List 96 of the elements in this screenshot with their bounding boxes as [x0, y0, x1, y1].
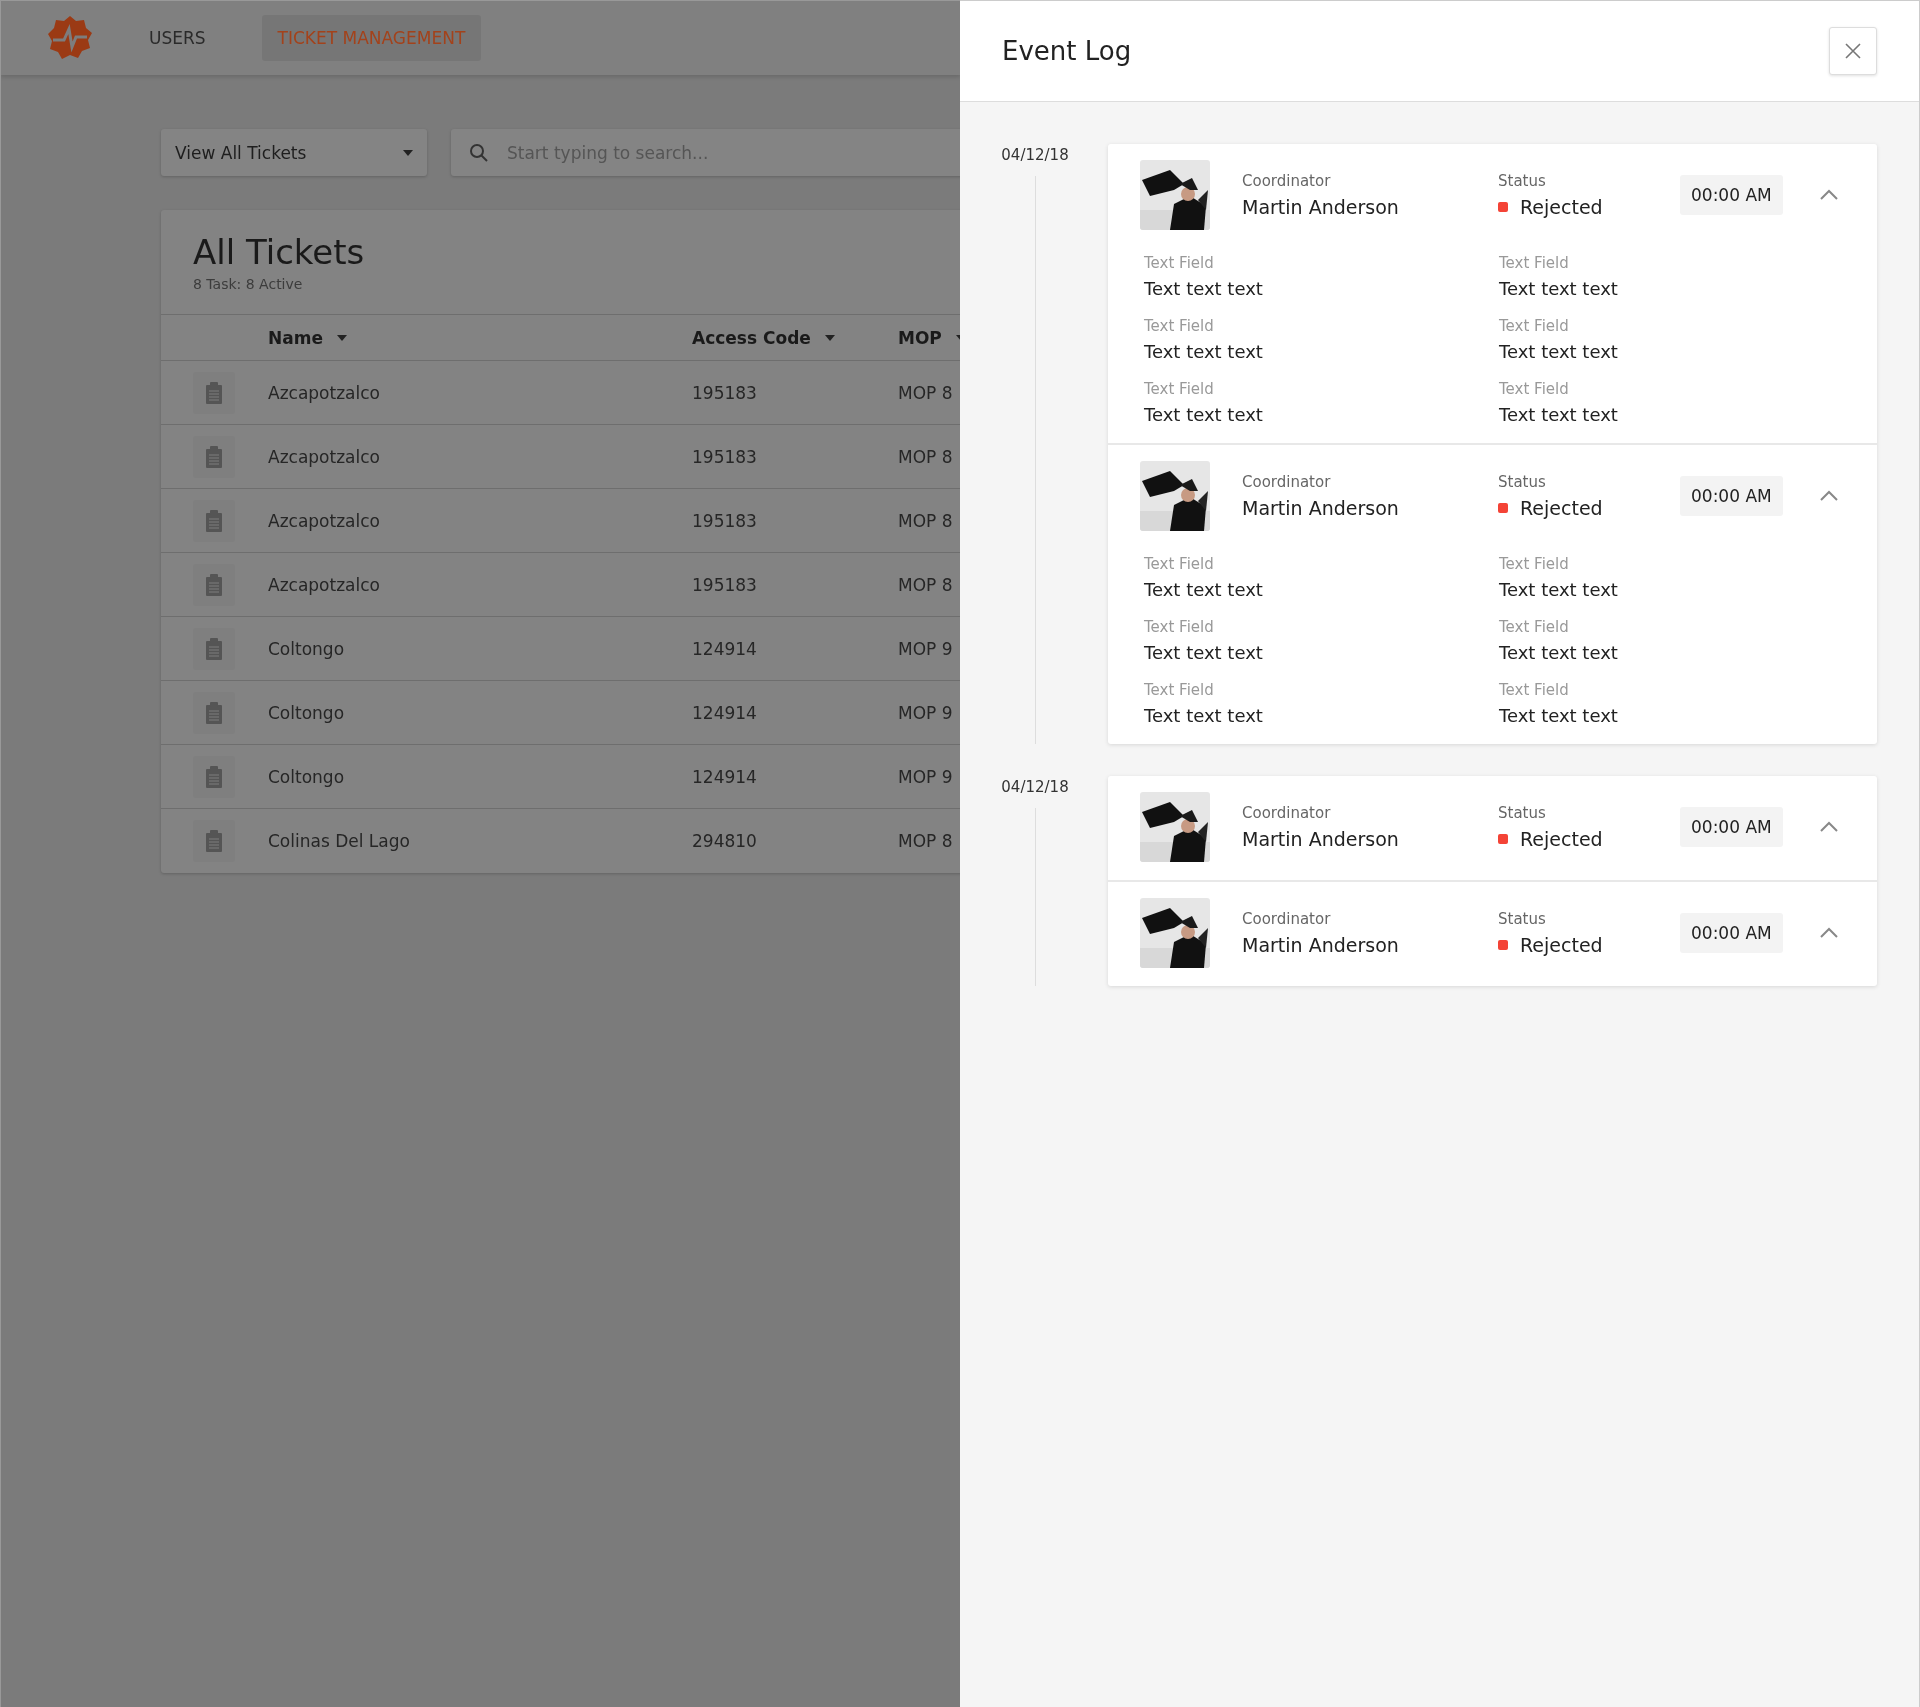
field-label: Text Field: [1499, 555, 1570, 573]
field-value: Text text text: [1499, 642, 1619, 663]
table-cell-text: Azcapotzalco: [268, 510, 381, 531]
chevron-up-icon[interactable]: [1818, 490, 1839, 502]
field-value: Text text text: [1499, 705, 1619, 726]
status-label: Status: [1498, 473, 1547, 491]
table-cell-text: 195183: [692, 574, 758, 595]
clipboard-icon: [193, 563, 235, 606]
panel-title: Event Log: [1002, 36, 1132, 66]
table-cell-text: MOP 9: [898, 638, 954, 659]
field-label: Text Field: [1499, 618, 1570, 636]
table-cell-text: Azcapotzalco: [268, 446, 381, 467]
status-label: Status: [1498, 172, 1547, 190]
table-cell-text: Coltongo: [268, 766, 346, 787]
clipboard-icon: [193, 435, 235, 478]
table-cell-text: 195183: [692, 510, 758, 531]
person-name: Martin Anderson: [1242, 828, 1400, 850]
person-name: Martin Anderson: [1242, 934, 1400, 956]
column-header[interactable]: Name: [268, 327, 692, 348]
close-button[interactable]: [1829, 27, 1877, 75]
status-label: Status: [1498, 910, 1547, 928]
event-time: 00:00 AM: [1680, 807, 1783, 847]
status-label: Status: [1498, 804, 1547, 822]
field-label: Text Field: [1499, 317, 1570, 335]
field-value: Text text text: [1144, 642, 1264, 663]
clipboard-icon: [193, 820, 235, 862]
close-icon: [1844, 42, 1862, 60]
table-cell-text: MOP 9: [898, 702, 954, 723]
table-cell-text: MOP 8: [898, 574, 954, 595]
field-value: Text text text: [1144, 404, 1264, 425]
role-label: Coordinator: [1242, 804, 1332, 822]
ticket-filter-dropdown[interactable]: View All Tickets: [161, 129, 427, 176]
event-time: 00:00 AM: [1680, 476, 1783, 516]
field-label: Text Field: [1499, 380, 1570, 398]
caret-icon: [336, 334, 347, 341]
field-value: Text text text: [1499, 404, 1619, 425]
table-cell-text: 124914: [692, 702, 758, 723]
card-title: All Tickets: [193, 232, 366, 272]
field-label: Text Field: [1144, 380, 1215, 398]
person-name: Martin Anderson: [1242, 497, 1400, 519]
field-value: Text text text: [1499, 341, 1619, 362]
table-cell-text: Azcapotzalco: [268, 574, 381, 595]
search-icon: [469, 143, 489, 163]
logo-icon: [47, 15, 93, 61]
table-cell-text: MOP 8: [898, 510, 954, 531]
field-value: Text text text: [1144, 341, 1264, 362]
clipboard-icon: [193, 499, 235, 542]
caret-icon: [824, 334, 835, 341]
field-value: Text text text: [1499, 278, 1619, 299]
clipboard-icon: [193, 691, 235, 734]
event-date: 04/12/18: [1001, 778, 1069, 796]
clipboard-icon: [193, 755, 235, 798]
event-time: 00:00 AM: [1680, 913, 1783, 953]
role-label: Coordinator: [1242, 473, 1332, 491]
role-label: Coordinator: [1242, 910, 1332, 928]
field-value: Text text text: [1144, 278, 1264, 299]
field-label: Text Field: [1144, 254, 1215, 272]
chevron-up-icon[interactable]: [1818, 927, 1839, 939]
field-label: Text Field: [1144, 555, 1215, 573]
table-cell-text: MOP 8: [898, 446, 954, 467]
table-cell-text: Coltongo: [268, 638, 346, 659]
event-date: 04/12/18: [1001, 146, 1069, 164]
table-cell-text: MOP 8: [898, 831, 954, 851]
table-cell-text: Azcapotzalco: [268, 382, 381, 403]
event-time: 00:00 AM: [1680, 175, 1783, 215]
field-label: Text Field: [1144, 681, 1215, 699]
nav-tab[interactable]: USERS: [133, 15, 222, 61]
table-cell-text: MOP 8: [898, 382, 954, 403]
table-cell-text: MOP 9: [898, 766, 954, 787]
status-value: Rejected: [1520, 497, 1603, 519]
caret-icon: [403, 149, 413, 156]
field-label: Text Field: [1499, 254, 1570, 272]
table-cell-text: 195183: [692, 382, 758, 403]
chevron-up-icon[interactable]: [1818, 189, 1839, 201]
status-value: Rejected: [1520, 828, 1603, 850]
field-value: Text text text: [1144, 705, 1264, 726]
field-label: Text Field: [1499, 681, 1570, 699]
table-cell-text: Coltongo: [268, 702, 346, 723]
table-cell-text: 124914: [692, 766, 758, 787]
clipboard-icon: [193, 627, 235, 670]
clipboard-icon: [193, 371, 235, 414]
status-value: Rejected: [1520, 934, 1603, 956]
table-cell-text: 294810: [692, 831, 758, 851]
field-value: Text text text: [1499, 579, 1619, 600]
card-subtitle: 8 Task: 8 Active: [193, 276, 304, 292]
field-value: Text text text: [1144, 579, 1264, 600]
table-cell-text: 195183: [692, 446, 758, 467]
role-label: Coordinator: [1242, 172, 1332, 190]
person-name: Martin Anderson: [1242, 196, 1400, 218]
chevron-up-icon[interactable]: [1818, 821, 1839, 833]
column-header[interactable]: Access Code: [692, 327, 898, 348]
field-label: Text Field: [1144, 618, 1215, 636]
status-value: Rejected: [1520, 196, 1603, 218]
field-label: Text Field: [1144, 317, 1215, 335]
table-cell-text: 124914: [692, 638, 758, 659]
table-cell-text: Colinas Del Lago: [268, 831, 411, 851]
